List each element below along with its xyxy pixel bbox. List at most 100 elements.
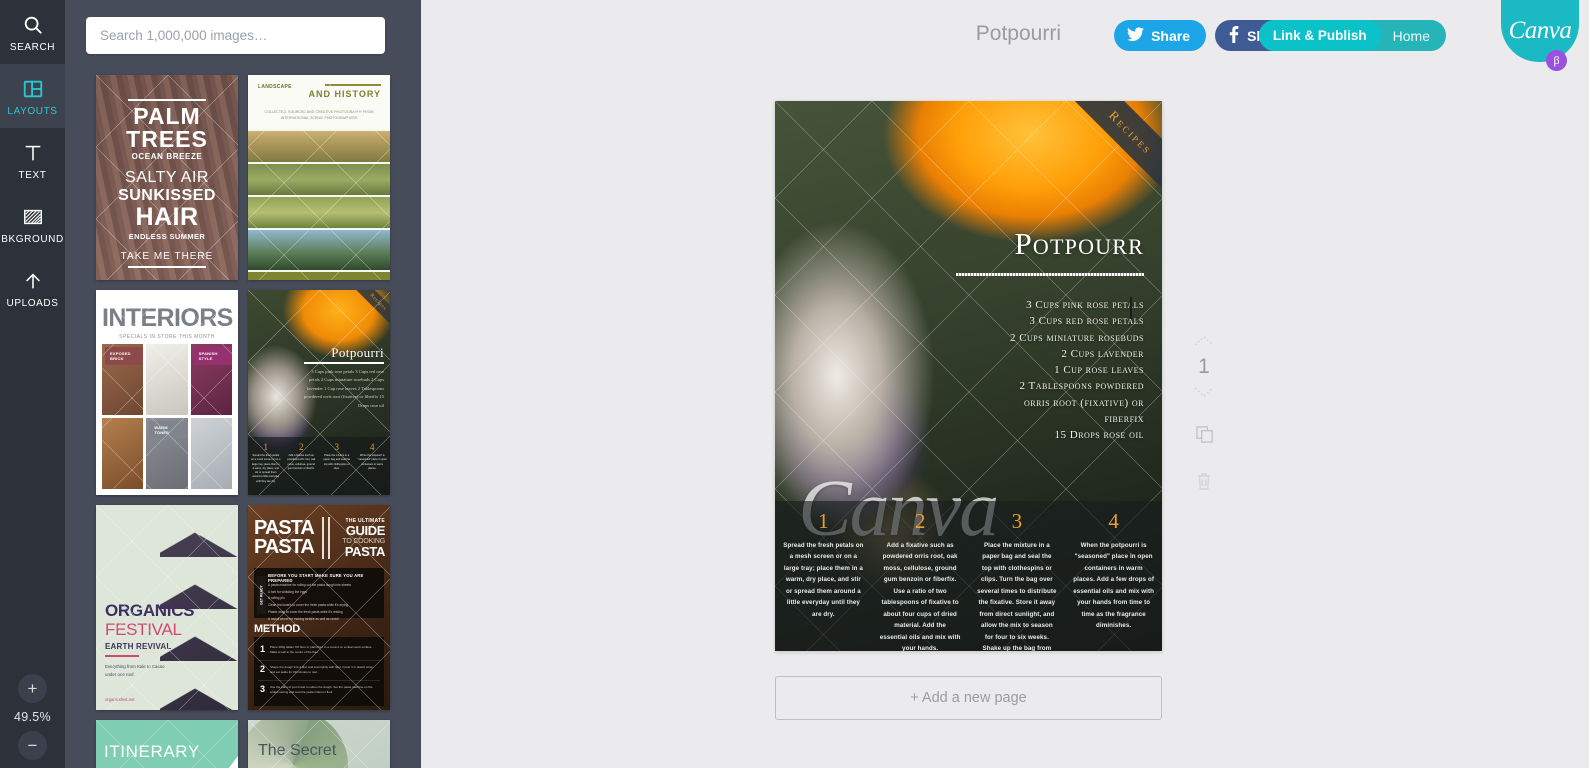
rail-item-layouts[interactable]: LAYOUTS: [0, 56, 65, 136]
thumb-tag: SPANISH STYLE: [193, 347, 232, 365]
search-box[interactable]: [86, 17, 385, 54]
rail-label-background: BKGROUND: [1, 233, 64, 245]
rail-label-search: SEARCH: [9, 41, 56, 53]
layout-thumbnail-the-secret[interactable]: The Secret: [248, 720, 390, 768]
thumb-cell: EXPOSED BRICK: [102, 344, 144, 415]
ingredient-line: 2 Cups lavender: [1061, 347, 1144, 360]
home-button[interactable]: Home: [1381, 20, 1446, 51]
thumb-method-row: 1 Place 400g Italian '00' flour or plain…: [258, 641, 380, 661]
canvas-step-2[interactable]: 2 Add a fixative such as powdered orris …: [872, 501, 969, 652]
canvas-step-text: Place the mixture in a paper bag and sea…: [977, 542, 1057, 651]
thumb-title: ITINERARY: [104, 742, 200, 761]
layout-thumbnail-palm-trees[interactable]: PALM TREES OCEAN BREEZE SALTY AIR SUNKIS…: [96, 75, 238, 280]
canvas-step-number: 3: [1011, 509, 1023, 533]
canvas-step-4[interactable]: 4 When the potpourri is "seasoned" place…: [1065, 501, 1162, 651]
canvas-step-3[interactable]: 3 Place the mixture in a paper bag and s…: [969, 501, 1066, 652]
thumb-subtitle: SPECIALS IN STORE THIS MONTH: [119, 334, 215, 340]
canvas-step-1[interactable]: 1 Spread the fresh petals on a mesh scre…: [775, 501, 872, 651]
move-page-up-button[interactable]: [1193, 335, 1215, 347]
thumb-title-line2: TREES: [126, 126, 208, 152]
rail-item-search[interactable]: SEARCH: [0, 0, 65, 64]
thumb-cta: TAKE ME THERE: [120, 250, 214, 262]
thumb-title: Potpourri: [331, 345, 384, 360]
thumb-title-2: PASTA: [254, 536, 315, 558]
design-canvas-page-1[interactable]: Canva Recipes Potpourr 3 Cups pink rose …: [775, 101, 1162, 651]
twitter-icon: [1127, 26, 1145, 45]
thumb-box-item: A fork for whisking the eggs: [268, 589, 307, 594]
thumb-method-box: 1 Place 400g Italian '00' flour or plain…: [254, 637, 384, 706]
duplicate-page-button[interactable]: [1195, 425, 1214, 449]
divider: [105, 655, 139, 657]
add-new-page-button[interactable]: + Add a new page: [775, 676, 1162, 720]
thumb-body: Everything from Kale to Cacao under one …: [105, 664, 165, 678]
top-bar: Potpourri Share Share Link & Publish Hom…: [421, 0, 1589, 71]
divider: [128, 265, 206, 268]
rail-item-text[interactable]: TEXT: [0, 128, 65, 192]
thumb-cell: [146, 344, 188, 415]
canvas-steps-panel: 1 Spread the fresh petals on a mesh scre…: [775, 501, 1162, 651]
thumb-subtitle: COLLECTED, SOURCED AND CREATIVE PHOTOGRA…: [264, 110, 374, 120]
thumb-box-item: Clean tea towels to cover the fresh past…: [268, 603, 349, 608]
canva-wordmark: Canva: [1508, 17, 1572, 44]
thumb-method-text: Place 400g Italian '00' flour or plain f…: [270, 645, 373, 655]
layout-thumbnail-potpourri[interactable]: Recipes Potpourri 3 Cups pink rose petal…: [248, 290, 390, 495]
rail-item-uploads[interactable]: UPLOADS: [0, 256, 65, 320]
thumb-method-number: 2: [260, 663, 266, 674]
thumb-line4: SUNKISSED: [118, 186, 216, 204]
thumb-badge: LANDSCAPE: [258, 84, 292, 90]
text-icon: [22, 140, 44, 166]
ingredient-line: 3 Cups red rose petals: [1029, 315, 1144, 328]
ingredient-line: 15 Drops rose oil: [1054, 429, 1144, 442]
ingredient-line: 2 Cups miniature rosebuds: [1009, 331, 1144, 344]
rail-item-background[interactable]: BKGROUND: [0, 192, 65, 256]
rail-label-uploads: UPLOADS: [6, 297, 59, 309]
thumb-cell: SPANISH STYLE: [190, 344, 232, 415]
thumb-band: [248, 197, 390, 228]
layout-thumbnail-pasta-guide[interactable]: PASTA PASTA THE ULTIMATE GUIDE TO COOKIN…: [248, 505, 390, 710]
thumb-title: INTERIORS: [102, 304, 233, 332]
thumb-method-text: Use the palm of your hand to soften the …: [270, 684, 373, 694]
zoom-level-value: 49.5%: [14, 710, 51, 724]
canvas-ingredients-list[interactable]: 3 Cups pink rose petals 3 Cups red rose …: [894, 297, 1144, 443]
thumb-line5: HAIR: [135, 202, 199, 231]
divider: [128, 99, 206, 102]
twitter-share-label: Share: [1151, 27, 1190, 44]
rail-label-text: TEXT: [18, 169, 47, 181]
canva-editor: SEARCH LAYOUTS TEXT BKGROUND UPLOADS + 4…: [0, 0, 1589, 768]
layout-thumbnail-landscape[interactable]: LANDSCAPE AND HISTORY COLLECTED, SOURCED…: [248, 75, 390, 280]
thumb-footer: THE STORY OF OUR LAND: [248, 272, 390, 280]
layout-thumbnail-organics-festival[interactable]: ORGANICS FESTIVAL EARTH REVIVAL Everythi…: [96, 505, 238, 710]
zoom-out-button[interactable]: −: [18, 731, 47, 760]
layout-thumbnail-itinerary[interactable]: ITINERARY: [96, 720, 238, 768]
thumb-tagline: EARTH REVIVAL: [105, 642, 172, 651]
layout-thumbnail-interiors[interactable]: INTERIORS SPECIALS IN STORE THIS MONTH E…: [96, 290, 238, 495]
ingredient-line: 3 Cups pink rose petals: [1026, 299, 1144, 311]
thumb-ingredients: 3 Cups pink rose petals 3 Cups red rose …: [303, 369, 384, 408]
twitter-share-button[interactable]: Share: [1114, 20, 1206, 51]
divider: [304, 362, 384, 364]
thumb-box-item: A pasta machine for rolling out the past…: [268, 583, 351, 587]
canvas-title[interactable]: Potpourr: [1014, 226, 1144, 262]
document-title[interactable]: Potpourri: [976, 22, 1061, 46]
zoom-in-button[interactable]: +: [18, 674, 47, 703]
ingredient-line: orris root (fixative) or: [1023, 396, 1144, 409]
search-icon: [22, 12, 44, 38]
move-page-down-button[interactable]: [1193, 386, 1215, 398]
uploads-icon: [22, 268, 44, 294]
thumb-step-text: Spread the fresh petals on a mesh screen…: [251, 454, 281, 483]
thumb-line3: SALTY AIR: [125, 168, 209, 186]
thumb-title: The Secret: [258, 742, 337, 759]
search-input[interactable]: [100, 28, 371, 43]
canvas-step-text: When the potpourri is "seasoned" place i…: [1073, 542, 1155, 630]
thumb-box-item: A rolling pin: [268, 596, 285, 601]
fork-icon: [322, 517, 324, 559]
thumb-heading: AND HISTORY: [308, 89, 381, 99]
thumb-guide-2: GUIDE: [345, 523, 386, 539]
knife-icon: [328, 517, 330, 559]
link-and-publish-button[interactable]: Link & Publish: [1258, 20, 1381, 51]
facebook-icon: [1229, 25, 1239, 46]
zoom-controls: + 49.5% −: [0, 674, 65, 760]
delete-page-button[interactable]: [1196, 472, 1212, 496]
canvas-step-number: 1: [818, 509, 829, 533]
canva-logo[interactable]: Canva β: [1501, 0, 1579, 71]
